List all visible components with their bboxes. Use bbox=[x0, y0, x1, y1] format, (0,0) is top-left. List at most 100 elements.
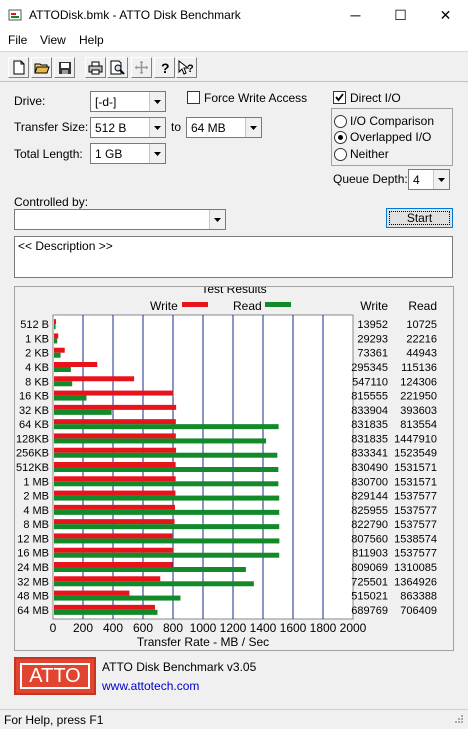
read-value: 1537577 bbox=[394, 491, 437, 503]
write-value: 815555 bbox=[351, 391, 388, 403]
read-bar bbox=[54, 338, 58, 344]
y-tick-label: 32 MB bbox=[17, 576, 49, 588]
write-value: 29293 bbox=[357, 333, 388, 345]
io-comparison-radio[interactable] bbox=[334, 115, 347, 128]
direct-io-checkbox[interactable] bbox=[333, 91, 346, 104]
write-bar bbox=[54, 376, 135, 382]
move-button[interactable] bbox=[131, 57, 152, 78]
read-value: 1537577 bbox=[394, 505, 437, 517]
read-column-header: Read bbox=[408, 299, 437, 313]
x-tick-label: 400 bbox=[103, 621, 123, 635]
results-chart: Test Results 0 200 400 600 800 1000 1200 1400 160… bbox=[16, 287, 437, 649]
read-bar bbox=[54, 595, 181, 601]
total-length-select[interactable]: 1 GB bbox=[90, 143, 166, 164]
write-value: 515021 bbox=[351, 591, 388, 603]
save-button[interactable] bbox=[54, 57, 75, 78]
print-preview-icon bbox=[110, 60, 125, 75]
neither-radio[interactable] bbox=[334, 148, 347, 161]
read-bar bbox=[54, 567, 246, 572]
write-value: 689769 bbox=[351, 605, 388, 617]
chevron-down-icon bbox=[209, 210, 225, 229]
read-value: 10725 bbox=[406, 319, 437, 331]
menu-view[interactable]: View bbox=[40, 33, 66, 47]
product-name: ATTO Disk Benchmark v3.05 bbox=[102, 660, 257, 674]
read-value: 1523549 bbox=[394, 448, 437, 460]
write-bar bbox=[54, 419, 176, 425]
x-tick-label: 1800 bbox=[310, 621, 337, 635]
menu-file[interactable]: File bbox=[8, 33, 27, 47]
write-bar bbox=[54, 447, 177, 453]
force-write-checkbox[interactable] bbox=[187, 91, 200, 104]
write-value: 13952 bbox=[357, 319, 388, 331]
window-title: ATTODisk.bmk - ATTO Disk Benchmark bbox=[29, 8, 241, 22]
read-bar bbox=[54, 509, 280, 515]
read-value: 1364926 bbox=[394, 576, 437, 588]
write-column-header: Write bbox=[360, 299, 388, 313]
read-value: 115136 bbox=[401, 362, 437, 374]
description-field[interactable]: << Description >> bbox=[14, 236, 453, 278]
chevron-down-icon bbox=[245, 118, 261, 137]
y-tick-label: 1 KB bbox=[25, 333, 49, 345]
read-value: 1531571 bbox=[394, 462, 437, 474]
write-bar bbox=[54, 562, 173, 567]
write-bar bbox=[54, 604, 156, 610]
minimize-button[interactable]: ─ bbox=[333, 0, 378, 30]
about-button[interactable]: ? bbox=[154, 57, 175, 78]
write-value: 830490 bbox=[351, 462, 388, 474]
maximize-button[interactable]: ☐ bbox=[378, 0, 423, 30]
atto-logo-text: ATTO bbox=[20, 663, 90, 689]
to-label: to bbox=[171, 120, 182, 134]
close-button[interactable]: ✕ bbox=[423, 0, 468, 30]
controlled-by-select[interactable] bbox=[14, 209, 226, 230]
website-link[interactable]: www.attotech.com bbox=[102, 679, 199, 693]
resize-grip-icon[interactable] bbox=[452, 714, 464, 726]
write-value: 833904 bbox=[351, 405, 388, 417]
write-bar bbox=[54, 319, 57, 325]
write-bar bbox=[54, 476, 176, 482]
overlapped-io-label: Overlapped I/O bbox=[350, 130, 432, 144]
new-file-button[interactable] bbox=[8, 57, 29, 78]
test-results-group: Test Results 0 200 400 600 800 1000 1200 1400 160… bbox=[14, 286, 454, 651]
print-button[interactable] bbox=[85, 57, 106, 78]
write-bar bbox=[54, 347, 65, 353]
save-icon bbox=[58, 61, 71, 74]
read-bar bbox=[54, 538, 280, 544]
menu-bar: File View Help bbox=[0, 30, 468, 51]
start-button[interactable]: Start bbox=[386, 208, 453, 228]
y-tick-label: 512 B bbox=[20, 319, 49, 331]
x-tick-label: 1400 bbox=[250, 621, 277, 635]
overlapped-io-radio[interactable] bbox=[334, 131, 347, 144]
open-button[interactable] bbox=[31, 57, 52, 78]
transfer-from-select[interactable]: 512 B bbox=[90, 117, 166, 138]
read-value: 44943 bbox=[406, 348, 437, 360]
move-icon bbox=[135, 61, 148, 74]
y-tick-label: 2 KB bbox=[25, 348, 49, 360]
title-bar[interactable]: ATTODisk.bmk - ATTO Disk Benchmark ─ ☐ ✕ bbox=[0, 0, 468, 30]
drive-select[interactable]: [-d-] bbox=[90, 91, 166, 112]
queue-depth-select[interactable]: 4 bbox=[408, 169, 450, 190]
write-bar bbox=[54, 519, 175, 525]
legend-write-label: Write bbox=[150, 299, 178, 313]
write-bar bbox=[54, 404, 177, 410]
read-value: 221950 bbox=[400, 391, 437, 403]
read-value: 1447910 bbox=[394, 433, 437, 445]
y-tick-label: 512KB bbox=[16, 462, 49, 474]
write-value: 831835 bbox=[351, 433, 388, 445]
read-bar bbox=[54, 381, 73, 387]
x-axis-label: Transfer Rate - MB / Sec bbox=[137, 635, 269, 649]
y-tick-label: 48 MB bbox=[17, 591, 49, 603]
read-value: 124306 bbox=[400, 376, 437, 388]
context-help-button[interactable]: ? bbox=[176, 57, 197, 78]
transfer-to-select[interactable]: 64 MB bbox=[186, 117, 262, 138]
status-text: For Help, press F1 bbox=[4, 713, 104, 727]
menu-help[interactable]: Help bbox=[79, 33, 104, 47]
y-tick-label: 32 KB bbox=[19, 405, 49, 417]
read-bar bbox=[54, 395, 87, 401]
write-value: 807560 bbox=[351, 533, 388, 545]
write-bar bbox=[54, 362, 98, 367]
print-preview-button[interactable] bbox=[107, 57, 128, 78]
write-value: 831835 bbox=[351, 419, 388, 431]
total-length-label: Total Length: bbox=[14, 147, 83, 161]
write-value: 725501 bbox=[351, 576, 388, 588]
read-bar bbox=[54, 352, 61, 358]
